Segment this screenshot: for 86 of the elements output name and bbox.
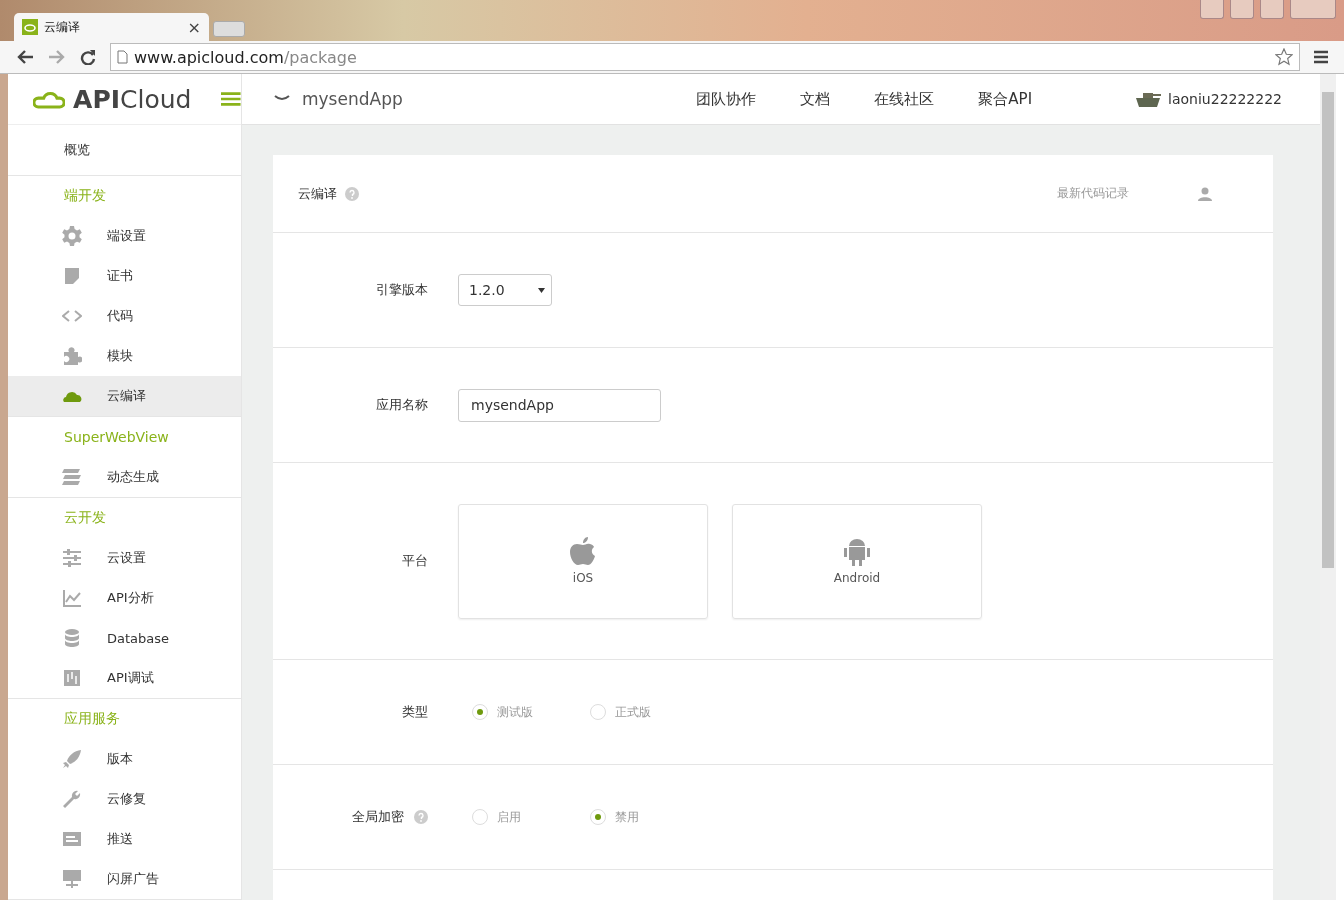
- platform-label: iOS: [572, 571, 594, 585]
- item-label: 动态生成: [107, 468, 159, 486]
- platform-card[interactable]: Android: [732, 503, 982, 619]
- sidebar-item[interactable]: 闪屏广告: [8, 859, 241, 899]
- url-host: www.apicloud.com: [134, 47, 284, 67]
- apple-icon: [570, 537, 596, 567]
- rocket-icon: [62, 749, 82, 769]
- minimize-button[interactable]: [1230, 0, 1254, 19]
- platform-card[interactable]: iOS: [458, 503, 708, 619]
- layers-icon: [62, 467, 82, 487]
- nav-link[interactable]: 文档: [800, 89, 831, 109]
- item-label: API调试: [107, 669, 154, 687]
- android-icon: [844, 537, 870, 567]
- field-label: 全局加密: [352, 808, 404, 826]
- nav-link[interactable]: 团队协作: [696, 89, 757, 109]
- sidebar-item[interactable]: 云编译: [8, 376, 241, 416]
- puzzle-icon: [62, 346, 82, 366]
- help-icon[interactable]: [345, 186, 359, 201]
- dropdown-arrow-icon: [538, 287, 545, 293]
- back-icon[interactable]: [16, 49, 34, 66]
- field-label: 应用名称: [376, 396, 428, 414]
- reload-icon[interactable]: [80, 49, 96, 66]
- new-tab-button[interactable]: [213, 21, 245, 38]
- item-label: 闪屏广告: [107, 870, 159, 888]
- sidebar-item[interactable]: 推送: [8, 819, 241, 859]
- app-switcher[interactable]: mysendApp: [302, 89, 403, 109]
- url-path: /package: [283, 47, 357, 67]
- item-label: 代码: [107, 307, 133, 325]
- sidebar-item[interactable]: 证书: [8, 256, 241, 296]
- item-label: 端设置: [107, 227, 146, 245]
- section-heading: 应用服务: [63, 709, 121, 728]
- brand-name: APICloud: [73, 84, 192, 114]
- card-title: 云编译: [298, 184, 337, 203]
- user-name[interactable]: laoniu22222222: [1168, 91, 1282, 107]
- sidebar-item[interactable]: 端设置: [8, 216, 241, 256]
- browser-tab[interactable]: 云编译 ×: [14, 13, 209, 42]
- sidebar-item[interactable]: 云修复: [8, 779, 241, 819]
- close-tab-button[interactable]: ×: [187, 17, 201, 37]
- star-icon[interactable]: [1275, 48, 1293, 67]
- tab-title: 云编译: [44, 18, 81, 36]
- sidebar-item[interactable]: API分析: [8, 578, 241, 618]
- item-label: 云编译: [107, 387, 146, 405]
- item-label: 版本: [107, 750, 133, 768]
- section-heading: 云开发: [63, 508, 107, 527]
- section-heading: 端开发: [63, 186, 107, 205]
- platform-label: Android: [833, 571, 881, 585]
- item-label: 模块: [107, 347, 133, 365]
- nav-link[interactable]: 在线社区: [874, 89, 935, 109]
- address-bar[interactable]: www.apicloud.com/package: [110, 43, 1300, 72]
- cloud-icon: [22, 19, 38, 36]
- wrench-icon: [62, 789, 82, 809]
- tank-icon: [1134, 90, 1163, 108]
- field-label: 平台: [402, 552, 428, 570]
- sidebar-item[interactable]: 云设置: [8, 538, 241, 578]
- chevron-down-icon[interactable]: [274, 95, 290, 103]
- field-label: 类型: [402, 703, 428, 721]
- item-label: 推送: [107, 830, 133, 848]
- item-label: Database: [107, 630, 170, 646]
- sidebar-item[interactable]: 版本: [8, 739, 241, 779]
- app-name-field[interactable]: mysendApp: [458, 388, 661, 422]
- field-label: 引擎版本: [376, 281, 428, 299]
- item-label: 证书: [107, 267, 133, 285]
- push-icon: [62, 829, 82, 849]
- item-label: 云设置: [107, 549, 146, 567]
- sidebar-item[interactable]: 动态生成: [8, 457, 241, 497]
- help-icon[interactable]: [414, 810, 428, 824]
- scrollbar[interactable]: [1320, 74, 1336, 900]
- sidebar-item[interactable]: Database: [8, 618, 241, 658]
- item-label: API分析: [107, 589, 154, 607]
- gear-icon: [62, 226, 82, 246]
- close-button[interactable]: [1290, 0, 1336, 19]
- sidebar-item[interactable]: API调试: [8, 658, 241, 698]
- forward-icon[interactable]: [48, 49, 66, 66]
- version-select[interactable]: 1.2.0: [458, 274, 552, 306]
- page-icon: [117, 50, 128, 65]
- sidebar-item[interactable]: 概览: [8, 125, 241, 176]
- item-label: 云修复: [107, 790, 146, 808]
- maximize-button[interactable]: [1260, 0, 1284, 19]
- menu-icon[interactable]: [1314, 50, 1328, 65]
- sidebar-item[interactable]: 代码: [8, 296, 241, 336]
- database-icon: [62, 628, 82, 648]
- section-heading: SuperWebView: [63, 428, 170, 447]
- chart-icon: [62, 588, 82, 608]
- sliders-icon: [62, 548, 82, 568]
- nav-link[interactable]: 聚合API: [978, 89, 1033, 109]
- sidebar-item[interactable]: 模块: [8, 336, 241, 376]
